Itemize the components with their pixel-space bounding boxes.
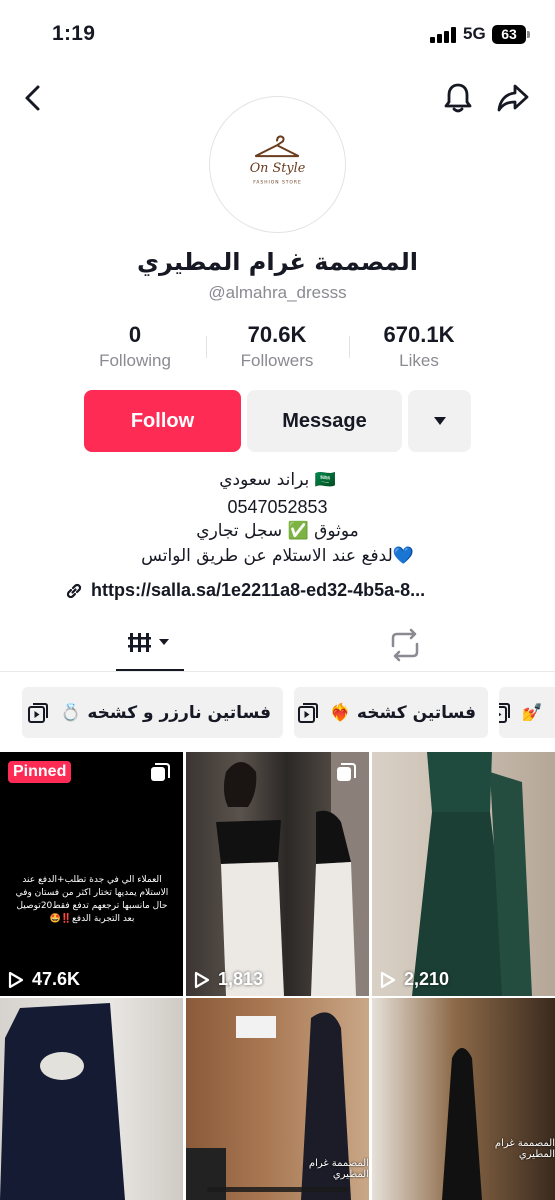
profile-handle: @almahra_dresss	[208, 283, 347, 302]
battery-tip	[527, 31, 530, 38]
battery-icon: 63	[492, 25, 526, 44]
stat-following-label: Following	[99, 351, 171, 370]
playlist-title: 💅	[521, 702, 543, 723]
link-icon	[66, 583, 82, 598]
video-tile[interactable]	[0, 998, 183, 1200]
video-tile[interactable]: المصممة غرام المطيري	[186, 998, 369, 1200]
playlist-icon	[28, 702, 49, 723]
stat-likes-label: Likes	[399, 351, 439, 370]
video-tile[interactable]: 2,210	[372, 752, 555, 996]
video-tile[interactable]: المصممة غرام المطيري	[372, 998, 555, 1200]
play-icon	[194, 971, 210, 988]
video-thumbnail	[412, 752, 532, 996]
bell-icon[interactable]	[440, 80, 476, 116]
repost-icon	[391, 628, 419, 662]
view-count: 1,813	[194, 969, 263, 990]
video-tile[interactable]: 1,813	[186, 752, 369, 996]
photo-multi-icon	[337, 763, 356, 781]
photo-multi-icon	[151, 763, 170, 781]
video-caption: المصممة غرام المطيري	[308, 1158, 369, 1180]
play-icon	[8, 971, 24, 988]
view-count-value: 2,210	[404, 969, 450, 989]
stat-followers-label: Followers	[240, 351, 314, 370]
stat-likes[interactable]: 670.1K Likes	[339, 322, 499, 371]
follow-button[interactable]: Follow	[84, 390, 241, 452]
playlist-card[interactable]: فساتين نارزر و كشخه 💍	[22, 687, 283, 738]
video-thumbnail	[442, 1048, 482, 1200]
video-thumbnail	[216, 752, 369, 996]
stat-following[interactable]: 0 Following	[55, 322, 215, 371]
signal-icon	[430, 27, 456, 43]
bio-link[interactable]: https://salla.sa/1e2211a8-ed32-4b5a-8...	[64, 580, 494, 601]
view-count-value: 1,813	[218, 969, 264, 989]
stat-followers-value: 70.6K	[247, 322, 307, 347]
view-count-value: 47.6K	[32, 969, 81, 989]
video-thumbnail	[0, 1003, 125, 1200]
stat-likes-value: 670.1K	[383, 322, 455, 347]
playlist-title: فساتين كشخه ❤️‍🔥	[329, 702, 476, 723]
back-icon[interactable]	[16, 80, 52, 116]
bio-link-text: https://salla.sa/1e2211a8-ed32-4b5a-8...	[91, 580, 426, 600]
video-overlay-text: العملاء الي في جدة تطلب+الدفع عند الاستل…	[15, 875, 169, 924]
playlist-card[interactable]: فساتين كشخه ❤️‍🔥	[294, 687, 488, 738]
pinned-badge: Pinned	[8, 761, 72, 783]
message-button[interactable]: Message	[247, 390, 402, 452]
video-caption: المصممة غرام المطيري	[494, 1138, 555, 1160]
video-tile[interactable]: Pinned العملاء الي في جدة تطلب+الدفع عند…	[0, 752, 183, 996]
more-button[interactable]	[408, 390, 471, 452]
avatar-logo-text: On Style	[250, 161, 306, 176]
status-time: 1:19	[52, 22, 96, 45]
playlist-title: فساتين نارزر و كشخه 💍	[60, 702, 271, 723]
tab-reposts[interactable]	[385, 620, 425, 672]
stat-followers[interactable]: 70.6K Followers	[197, 322, 357, 371]
home-indicator	[207, 1187, 349, 1192]
view-count: 2,210	[380, 969, 449, 990]
playlist-icon	[499, 702, 510, 723]
bio-line: براند سعودي 🇸🇦	[219, 470, 336, 490]
bio-phone: 0547052853	[227, 497, 328, 517]
share-icon[interactable]	[495, 80, 531, 116]
play-icon	[380, 971, 396, 988]
caret-down-icon	[433, 417, 446, 425]
playlist-card[interactable]: 💅	[499, 687, 555, 738]
playlist-icon	[297, 702, 318, 723]
grid-icon	[128, 633, 169, 652]
bio-line: لدفع عند الاستلام عن طريق الواتس💙	[141, 546, 414, 566]
status-bar: 1:19 5G 63	[0, 0, 555, 70]
bio-line: موثوق ✅ سجل تجاري	[196, 521, 359, 541]
avatar-logo-subtext: FASHION STORE	[253, 180, 301, 186]
avatar[interactable]: On Style FASHION STORE	[209, 96, 346, 233]
tabs-divider	[0, 671, 555, 672]
profile-name: المصممة غرام المطيري	[137, 248, 418, 276]
network-label: 5G	[463, 24, 486, 43]
stat-following-value: 0	[128, 322, 142, 347]
tab-videos[interactable]	[116, 620, 184, 672]
view-count: 47.6K	[8, 969, 80, 990]
